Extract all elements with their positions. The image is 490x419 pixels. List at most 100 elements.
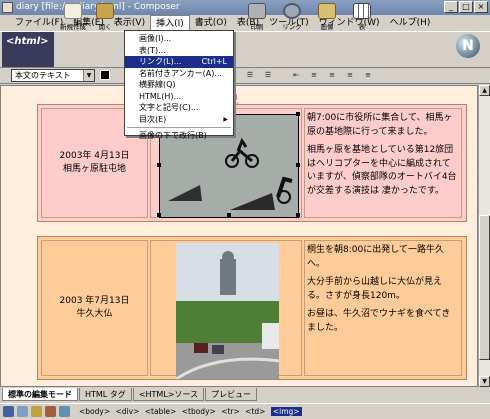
insert-image-item[interactable]: 画像(I)... [125, 33, 233, 45]
printer-icon [248, 3, 266, 19]
bullet-list-icon[interactable]: ☰ [244, 70, 256, 81]
window-controls: _ □ × [444, 1, 488, 13]
print-button[interactable]: 印刷 [240, 3, 274, 35]
number-list-icon[interactable]: ☰ [262, 70, 274, 81]
breadcrumb-tag-current[interactable]: <img> [270, 407, 302, 416]
composition-toolbar [0, 31, 490, 68]
close-button[interactable]: × [474, 1, 488, 13]
entry-paragraph: 相馬ヶ原を基地としている第12旅団はヘリコプターを中心に編成されていますが、偵察… [307, 145, 457, 196]
insert-chars-item[interactable]: 文字と記号(C)... [125, 102, 233, 114]
composer-icon[interactable] [45, 406, 56, 417]
format-toolbar: 本文のテキスト ▼ ≡ ☰ ☰ ⇤ ≡ ≡ ≡ ≡ [0, 68, 490, 84]
scroll-down-icon[interactable]: ▼ [479, 376, 490, 387]
diary-entry[interactable]: 2003 年7月13日 牛久大仏 桐生を朝8:00に出発して一路牛久へ。 大分手… [37, 236, 467, 380]
image-cell[interactable] [150, 240, 302, 379]
tab-preview[interactable]: プレビュー [205, 388, 258, 401]
entry-paragraph: 朝7:00に市役所に集合して、相馬ヶ原の基地際に行って来ました。 [307, 113, 453, 137]
align-left-icon[interactable]: ≡ [308, 70, 320, 81]
menu-separator [127, 127, 231, 128]
link-button[interactable]: リンク [275, 3, 309, 35]
maximize-button[interactable]: □ [459, 1, 473, 13]
align-justify-icon[interactable]: ≡ [362, 70, 374, 81]
text-cell[interactable]: 桐生を朝8:00に出発して一路牛久へ。 大分手前から山越しに大仏が見える。さすが… [304, 240, 462, 376]
tab-html-source[interactable]: <HTML>ソース [132, 388, 205, 401]
resize-handle[interactable] [296, 112, 300, 116]
breadcrumb-tag[interactable]: <div> [116, 407, 140, 416]
entry-date: 2003 年7月13日 [59, 296, 130, 306]
breadcrumb-tag[interactable]: <td> [245, 407, 265, 416]
text-color-swatch[interactable] [100, 70, 110, 80]
chat-icon[interactable] [59, 406, 70, 417]
tab-html-tags[interactable]: HTML タグ [79, 388, 132, 401]
entry-place: 牛久大仏 [76, 309, 113, 319]
table-icon [353, 3, 371, 19]
open-folder-icon [96, 3, 114, 19]
entry-paragraph: お昼は、牛久沼でウナギを食べてきました。 [307, 309, 451, 333]
resize-handle[interactable] [296, 213, 300, 217]
insert-toc-item[interactable]: 目次(E) ▶ [125, 114, 233, 126]
insert-link-shortcut: Ctrl+L [201, 57, 227, 66]
navigator-icon[interactable] [3, 406, 14, 417]
new-button-label: 新規作成 [60, 23, 86, 31]
status-bar: <body> <div> <table> <tbody> <tr> <td> <… [0, 403, 490, 419]
netscape-logo: N [456, 34, 480, 58]
chevron-down-icon[interactable]: ▼ [83, 70, 94, 81]
vertical-scrollbar[interactable]: ▲ ▼ [478, 85, 490, 387]
insert-toc-label: 目次(E) [139, 114, 167, 124]
insert-table-item[interactable]: 表(T)... [125, 45, 233, 57]
date-cell[interactable]: 2003 年7月13日 牛久大仏 [41, 240, 148, 376]
align-right-icon[interactable]: ≡ [344, 70, 356, 81]
align-center-icon[interactable]: ≡ [326, 70, 338, 81]
image-icon [318, 3, 336, 19]
address-book-icon[interactable] [31, 406, 42, 417]
link-button-label: リンク [282, 23, 302, 31]
menu-help[interactable]: ヘルプ(H) [385, 15, 436, 31]
breadcrumb-tag[interactable]: <table> [145, 407, 177, 416]
buddha-statue-photo[interactable] [176, 243, 279, 379]
insert-break-item[interactable]: 画像の下で改行(B) [125, 130, 233, 142]
tab-normal-edit[interactable]: 標準の編集モード [2, 388, 78, 401]
insert-link-label: リンク(L)... [139, 57, 182, 66]
image-button-label: 画像 [320, 23, 334, 31]
submenu-arrow-icon: ▶ [223, 115, 228, 123]
scroll-up-icon[interactable]: ▲ [479, 85, 490, 96]
insert-anchor-item[interactable]: 名前付きアンカー(A)... [125, 68, 233, 80]
html-logo: <html> [2, 32, 54, 67]
text-cell[interactable]: 朝7:00に市役所に集合して、相馬ヶ原の基地際に行って来ました。 相馬ヶ原を基地… [304, 108, 462, 218]
table-button-label: 表 [358, 23, 366, 31]
resize-handle[interactable] [227, 213, 231, 217]
diary-entry[interactable]: 2003年 4月13日 相馬ヶ原駐屯地 朝7:00に市役所に集合して、相馬ヶ原の… [37, 104, 467, 222]
tag-breadcrumb: <body> <div> <table> <tbody> <tr> <td> <… [79, 407, 305, 416]
outdent-icon[interactable]: ⇤ [290, 70, 302, 81]
mail-icon[interactable] [17, 406, 28, 417]
entry-paragraph: 大分手前から山越しに大仏が見える。さすが身長120m。 [307, 277, 443, 301]
resize-handle[interactable] [157, 213, 161, 217]
menu-format[interactable]: 書式(O) [190, 15, 232, 31]
breadcrumb-tag[interactable]: <tbody> [182, 407, 216, 416]
breadcrumb-tag[interactable]: <tr> [221, 407, 240, 416]
entry-date: 2003年 4月13日 [59, 151, 130, 161]
paragraph-style-value: 本文のテキスト [15, 71, 71, 80]
new-file-icon [64, 3, 82, 19]
insert-menu-dropdown: 画像(I)... 表(T)... リンク(L)... Ctrl+L 名前付きアン… [124, 30, 234, 140]
entry-paragraph: 桐生を朝8:00に出発して一路牛久へ。 [307, 245, 444, 269]
open-button[interactable]: 開く [88, 3, 122, 35]
resize-handle[interactable] [157, 163, 161, 167]
minimize-button[interactable]: _ [444, 1, 458, 13]
open-button-label: 開く [98, 23, 112, 31]
link-icon [283, 3, 301, 19]
new-button[interactable]: 新規作成 [56, 3, 90, 35]
table-button[interactable]: 表 [345, 3, 379, 35]
paragraph-style-select[interactable]: 本文のテキスト ▼ [11, 69, 95, 82]
resize-handle[interactable] [296, 163, 300, 167]
breadcrumb-tag[interactable]: <body> [79, 407, 110, 416]
app-icon [2, 2, 13, 13]
entry-place: 相馬ヶ原駐屯地 [62, 164, 126, 174]
insert-hr-item[interactable]: 横罫線(Q) [125, 79, 233, 91]
scroll-thumb[interactable] [479, 215, 490, 360]
insert-link-item[interactable]: リンク(L)... Ctrl+L [125, 56, 233, 68]
insert-html-item[interactable]: HTML(H)... [125, 91, 233, 103]
image-button[interactable]: 画像 [310, 3, 344, 35]
print-button-label: 印刷 [250, 23, 264, 31]
menu-insert[interactable]: 挿入(I) [150, 15, 190, 31]
